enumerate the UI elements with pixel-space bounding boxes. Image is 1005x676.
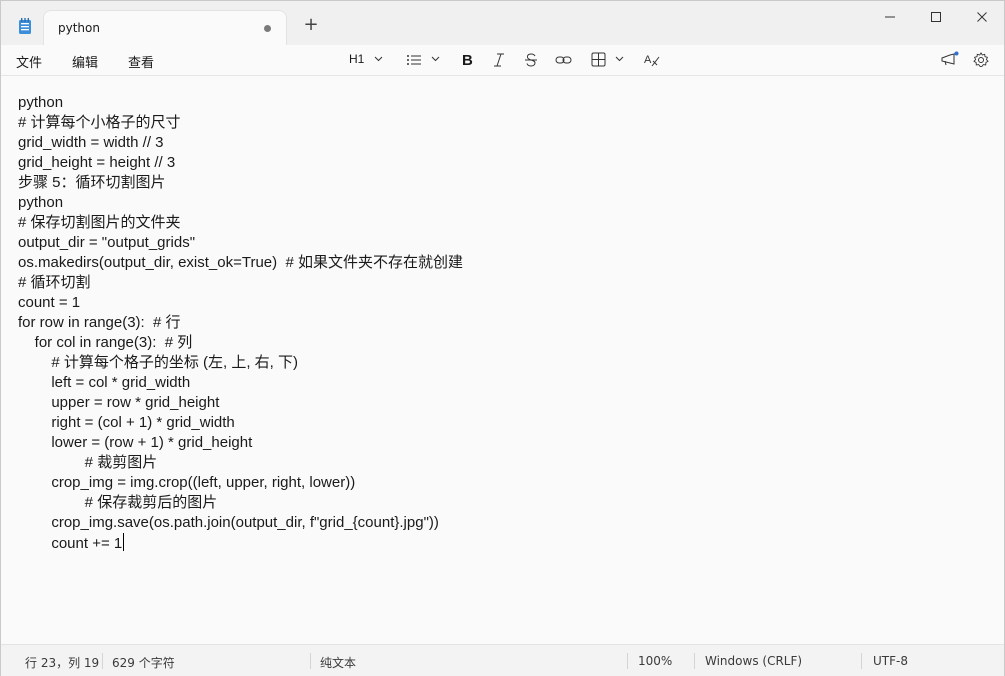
gear-icon xyxy=(973,52,989,68)
editor-line: # 保存切割图片的文件夹 xyxy=(18,214,181,231)
document-tab[interactable]: python xyxy=(43,10,287,45)
editor-line: # 保存裁剪后的图片 xyxy=(18,494,218,511)
menu-edit[interactable]: 编辑 xyxy=(72,52,98,71)
editor-line: # 计算每个格子的坐标 (左, 上, 右, 下) xyxy=(18,354,299,371)
editor-line: crop_img.save(os.path.join(output_dir, f… xyxy=(18,514,439,531)
status-divider xyxy=(627,653,628,669)
editor-line: python xyxy=(18,94,64,111)
editor-line: python xyxy=(18,194,64,211)
editor-line: grid_height = height // 3 xyxy=(18,154,176,171)
italic-button[interactable] xyxy=(492,50,508,70)
svg-text:B: B xyxy=(462,52,473,68)
clear-formatting-icon: A xyxy=(644,54,660,67)
table-dropdown[interactable] xyxy=(591,50,627,70)
maximize-button[interactable] xyxy=(913,5,959,29)
menu-file[interactable]: 文件 xyxy=(16,52,42,71)
menu-bar: 文件 编辑 查看 H1 B A xyxy=(1,45,1004,76)
line-ending[interactable]: Windows (CRLF) xyxy=(705,654,802,668)
editor-line: 步骤 5：循环切割图片 xyxy=(18,174,166,191)
settings-button[interactable] xyxy=(973,50,991,70)
list-dropdown[interactable] xyxy=(406,50,442,70)
italic-icon xyxy=(494,53,504,67)
editor-line: lower = (row + 1) * grid_height xyxy=(18,434,253,451)
svg-text:A: A xyxy=(644,54,652,66)
megaphone-icon xyxy=(941,51,959,66)
unsaved-dot-icon[interactable] xyxy=(264,25,271,32)
text-caret xyxy=(123,533,125,551)
status-divider xyxy=(861,653,862,669)
editor-line: # 循环切割 xyxy=(18,274,91,291)
list-icon xyxy=(407,55,421,65)
encoding[interactable]: UTF-8 xyxy=(873,654,908,668)
new-tab-button[interactable]: + xyxy=(301,15,321,35)
editor-line: left = col * grid_width xyxy=(18,374,191,391)
editor-line: # 计算每个小格子的尺寸 xyxy=(18,114,181,131)
text-format[interactable]: 纯文本 xyxy=(320,654,356,671)
heading-dropdown[interactable]: H1 xyxy=(349,50,385,70)
maximize-icon xyxy=(931,12,941,22)
status-divider xyxy=(310,653,311,669)
editor-line: right = (col + 1) * grid_width xyxy=(18,414,235,431)
editor-line: os.makedirs(output_dir, exist_ok=True) #… xyxy=(18,254,463,271)
editor-line: count += 1 xyxy=(18,533,125,552)
chevron-down-icon xyxy=(431,56,440,62)
close-icon xyxy=(977,12,987,22)
bold-button[interactable]: B xyxy=(460,50,476,70)
notepad-app-icon xyxy=(19,18,31,34)
bold-icon: B xyxy=(462,52,473,68)
cursor-position: 行 23，列 19 xyxy=(25,656,100,670)
character-count: 629 个字符 xyxy=(112,656,175,670)
link-icon xyxy=(555,56,572,64)
editor-line: for col in range(3): # 列 xyxy=(18,334,193,351)
tab-title: python xyxy=(58,21,100,35)
close-button[interactable] xyxy=(959,5,1005,29)
editor-line: grid_width = width // 3 xyxy=(18,134,164,151)
title-bar: python + xyxy=(1,1,1004,45)
chevron-down-icon xyxy=(374,56,383,62)
menu-view[interactable]: 查看 xyxy=(128,52,154,71)
strikethrough-icon xyxy=(525,53,537,67)
editor-line: # 裁剪图片 xyxy=(18,454,158,471)
editor-line: upper = row * grid_height xyxy=(18,394,220,411)
feedback-button[interactable] xyxy=(940,50,960,70)
text-editor[interactable]: python # 计算每个小格子的尺寸 grid_width = width // … xyxy=(1,76,1004,644)
chevron-down-icon xyxy=(615,56,624,62)
status-divider xyxy=(102,653,103,669)
heading-label: H1 xyxy=(349,52,365,66)
zoom-level[interactable]: 100% xyxy=(638,654,672,668)
link-button[interactable] xyxy=(555,50,573,70)
table-icon xyxy=(591,52,606,67)
editor-line: for row in range(3): # 行 xyxy=(18,314,181,331)
editor-line: crop_img = img.crop((left, upper, right,… xyxy=(18,474,356,491)
clear-formatting-button[interactable]: A xyxy=(644,50,662,70)
notepad-window: python + 文件 编辑 查看 H1 B A python # 计算每个小格… xyxy=(0,0,1005,676)
minimize-button[interactable] xyxy=(867,5,913,29)
editor-line: count = 1 xyxy=(18,294,81,311)
minimize-icon xyxy=(885,16,895,18)
status-divider xyxy=(694,653,695,669)
status-bar: 行 23，列 19 629 个字符 纯文本 100% Windows (CRLF… xyxy=(1,644,1004,676)
editor-line: output_dir = "output_grids" xyxy=(18,234,196,251)
strikethrough-button[interactable] xyxy=(524,50,540,70)
